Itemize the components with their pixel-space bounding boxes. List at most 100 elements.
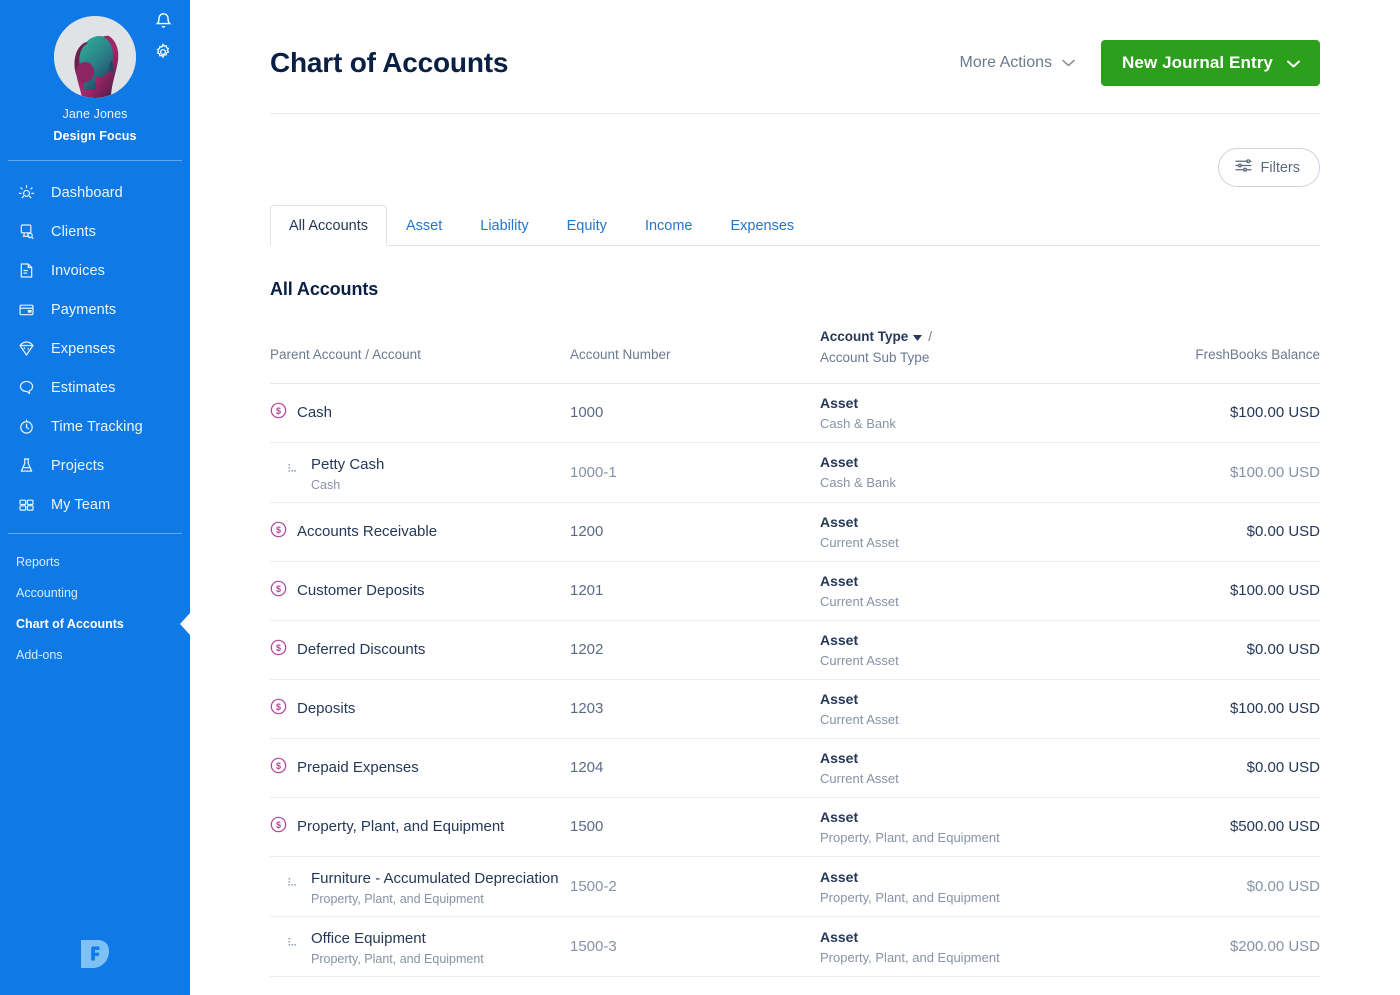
sidebar-item-estimates[interactable]: Estimates	[0, 368, 190, 407]
sidebar-subnav: Reports Accounting Chart of Accounts Add…	[0, 534, 190, 670]
sidebar-item-label: Payments	[51, 301, 117, 318]
sidebar-item-reports[interactable]: Reports	[0, 546, 190, 577]
sidebar-item-clients[interactable]: Clients	[0, 212, 190, 251]
column-header-type[interactable]: Account Type / Account Sub Type	[820, 329, 1120, 365]
subaccount-tree-icon	[288, 463, 299, 482]
sidebar-item-accounting[interactable]: Accounting	[0, 577, 190, 608]
account-number: 1204	[570, 759, 604, 777]
sidebar-item-projects[interactable]: Projects	[0, 446, 190, 485]
content-container: Chart of Accounts More Actions New Journ…	[190, 0, 1400, 978]
sidebar-item-label: Clients	[51, 223, 97, 240]
filters-label: Filters	[1260, 159, 1300, 176]
caret-down-icon[interactable]	[913, 329, 923, 344]
account-type: Asset	[820, 572, 859, 589]
sidebar-item-label: Estimates	[51, 379, 116, 396]
subaccount-tree-icon	[288, 877, 299, 896]
account-name: Accounts Receivable	[297, 523, 438, 541]
tab-equity[interactable]: Equity	[548, 205, 626, 246]
avatar[interactable]	[54, 16, 136, 98]
svg-text:$: $	[276, 761, 281, 771]
new-journal-entry-button[interactable]: New Journal Entry	[1101, 40, 1320, 86]
account-name: Petty Cash	[311, 455, 385, 473]
account-name: Cash	[297, 404, 333, 422]
subaccount-tree-icon	[288, 937, 299, 956]
table-row[interactable]: $ Petty Cash Cash 1000-1 Asset Cash & Ba…	[270, 443, 1320, 503]
table-row[interactable]: $ Customer Deposits 1201 Asset Current A…	[270, 562, 1320, 621]
table-row[interactable]: $ Property, Plant, and Equipment 1500 As…	[270, 798, 1320, 857]
sidebar-item-payments[interactable]: Payments	[0, 290, 190, 329]
my-team-icon	[16, 495, 37, 514]
dashboard-icon	[16, 183, 37, 202]
account-name: Customer Deposits	[297, 582, 425, 600]
account-name: Office Equipment	[311, 930, 426, 948]
account-sub-type: Current Asset	[820, 711, 899, 727]
table-row[interactable]: $ Office Equipment Property, Plant, and …	[270, 917, 1320, 978]
account-balance: $200.00 USD	[1229, 938, 1320, 956]
account-number: 1000	[570, 404, 604, 422]
sidebar-item-invoices[interactable]: Invoices	[0, 251, 190, 290]
dollar-circle-icon: $	[270, 757, 287, 779]
table-body: $ Cash 1000 Asset Cash & Bank $100.00 US…	[270, 384, 1320, 978]
tab-label: Asset	[406, 218, 443, 234]
account-balance: $0.00 USD	[1246, 523, 1320, 541]
account-number: 1500-2	[570, 878, 617, 896]
table-row[interactable]: $ Deposits 1203 Asset Current Asset $100…	[270, 680, 1320, 739]
section-title: All Accounts	[270, 279, 379, 299]
sidebar-profile: Jane Jones Design Focus	[0, 0, 190, 161]
freshbooks-logo[interactable]	[0, 935, 190, 971]
tab-income[interactable]: Income	[626, 205, 712, 246]
sidebar-item-label: Time Tracking	[51, 418, 143, 435]
sidebar-item-expenses[interactable]: Expenses	[0, 329, 190, 368]
tab-expenses[interactable]: Expenses	[712, 205, 814, 246]
table-row[interactable]: $ Prepaid Expenses 1204 Asset Current As…	[270, 739, 1320, 798]
account-sub-type: Current Asset	[820, 652, 899, 668]
tab-liability[interactable]: Liability	[461, 205, 547, 246]
tab-label: Income	[644, 218, 693, 234]
account-type: Asset	[820, 868, 859, 885]
account-sub-type: Property, Plant, and Equipment	[820, 829, 1000, 845]
sidebar-subitem-label: Accounting	[16, 585, 78, 600]
tab-all-accounts[interactable]: All Accounts	[270, 205, 387, 246]
account-number: 1202	[570, 641, 604, 659]
account-balance: $100.00 USD	[1229, 582, 1320, 600]
tab-label: Liability	[480, 218, 529, 234]
dollar-circle-icon: $	[270, 816, 287, 838]
sidebar-item-add-ons[interactable]: Add-ons	[0, 639, 190, 670]
sidebar-subitem-label: Reports	[16, 554, 60, 569]
more-actions-button[interactable]: More Actions	[960, 54, 1075, 72]
account-name: Deferred Discounts	[297, 641, 426, 659]
table-row[interactable]: $ Deferred Discounts 1202 Asset Current …	[270, 621, 1320, 680]
accounts-table: Parent Account / Account Account Number …	[270, 329, 1320, 978]
filters-button[interactable]: Filters	[1217, 148, 1320, 187]
column-header-balance: FreshBooks Balance	[1195, 347, 1320, 362]
tab-label: Expenses	[730, 218, 795, 234]
sidebar-item-dashboard[interactable]: Dashboard	[0, 173, 190, 212]
clients-icon	[16, 222, 37, 241]
sidebar-item-my-team[interactable]: My Team	[0, 485, 190, 524]
account-balance: $0.00 USD	[1246, 759, 1320, 777]
sidebar-item-chart-of-accounts[interactable]: Chart of Accounts	[0, 608, 190, 639]
new-journal-entry-label: New Journal Entry	[1122, 53, 1273, 72]
account-name: Property, Plant, and Equipment	[297, 818, 505, 836]
bell-icon[interactable]	[154, 12, 172, 31]
gear-icon[interactable]	[154, 43, 172, 61]
sidebar-item-time-tracking[interactable]: Time Tracking	[0, 407, 190, 446]
account-name: Prepaid Expenses	[297, 759, 419, 777]
account-balance: $0.00 USD	[1246, 878, 1320, 896]
dollar-circle-icon: $	[270, 580, 287, 602]
tab-asset[interactable]: Asset	[387, 205, 461, 246]
table-row[interactable]: $ Accounts Receivable 1200 Asset Current…	[270, 503, 1320, 562]
svg-text:$: $	[276, 525, 281, 535]
account-sub-type: Cash & Bank	[820, 415, 896, 431]
account-parent: Property, Plant, and Equipment	[311, 892, 484, 907]
account-type: Asset	[820, 808, 859, 825]
sidebar: Jane Jones Design Focus Dashboard Client…	[0, 0, 190, 995]
table-row[interactable]: $ Cash 1000 Asset Cash & Bank $100.00 US…	[270, 384, 1320, 443]
account-type: Asset	[820, 454, 859, 471]
table-row[interactable]: $ Furniture - Accumulated Depreciation P…	[270, 857, 1320, 918]
active-indicator-icon	[180, 612, 190, 635]
sidebar-subitem-label: Add-ons	[16, 647, 63, 662]
account-sub-type: Property, Plant, and Equipment	[820, 889, 1000, 905]
chevron-down-icon	[1062, 54, 1075, 72]
account-balance: $100.00 USD	[1229, 700, 1320, 718]
